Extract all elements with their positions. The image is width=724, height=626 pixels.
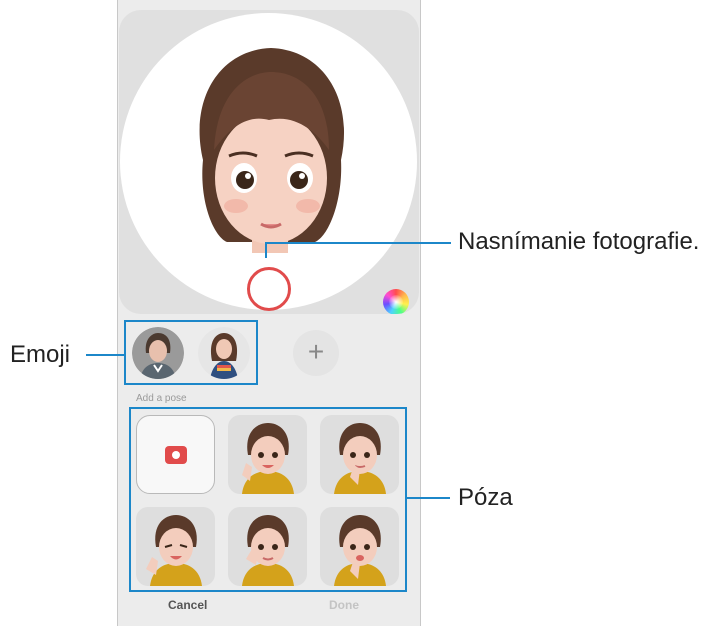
color-palette-icon[interactable] xyxy=(383,289,409,314)
capture-callout: Nasnímanie fotografie. xyxy=(458,228,700,255)
plus-icon: + xyxy=(307,336,325,367)
emoji-callout: Emoji xyxy=(10,341,71,368)
pose-highlight-box xyxy=(129,407,407,592)
section-label: Add a pose xyxy=(136,393,187,404)
pose-callout: Póza xyxy=(458,484,513,511)
avatar-preview xyxy=(119,10,419,314)
pose-leader xyxy=(407,497,450,499)
capture-button[interactable] xyxy=(247,267,291,311)
cancel-button[interactable]: Cancel xyxy=(168,598,207,612)
capture-leader-vertical xyxy=(265,242,267,258)
emoji-highlight-box xyxy=(124,320,258,385)
emoji-leader xyxy=(86,354,124,356)
add-emoji-button[interactable]: + xyxy=(293,330,339,376)
done-button[interactable]: Done xyxy=(329,598,359,612)
capture-leader-horizontal xyxy=(265,242,451,244)
